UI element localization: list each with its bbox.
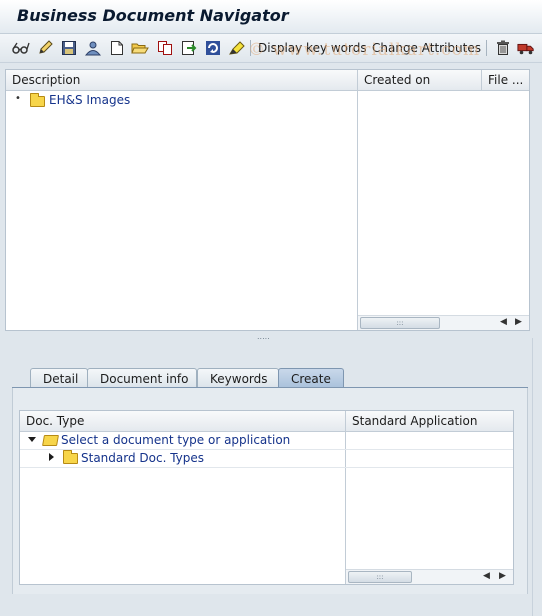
tree-node-standard-doc-types[interactable]: Standard Doc. Types [81,451,204,465]
glasses-icon[interactable] [12,39,30,57]
watermark: © www.tutorialkart.com [248,40,481,60]
collapsed-arrow-icon[interactable] [49,453,54,461]
row-divider [20,449,513,450]
copy-icon[interactable] [156,39,174,57]
horizontal-scrollbar[interactable]: ::: ◀ ▶ [346,569,513,584]
create-document-tree: Doc. Type Standard Application Select a … [19,410,514,585]
scroll-left-arrow-icon[interactable]: ◀ [500,317,507,327]
export-icon[interactable] [180,39,198,57]
column-header-created-on[interactable]: Created on [358,70,482,91]
document-tree-panel: Description Created on File ... • EH&S I… [5,69,530,331]
horizontal-scrollbar[interactable]: ::: ◀ ▶ [358,315,529,330]
tree-node-ehs-images[interactable]: EH&S Images [49,93,130,107]
truck-icon[interactable] [517,39,535,57]
open-folder-icon [42,435,59,446]
tab-document-info[interactable]: Document info [87,368,197,388]
column-header-file[interactable]: File ... [482,70,529,91]
pencil-icon[interactable] [36,39,54,57]
title-bar: Business Document Navigator [0,0,542,34]
tree-node-select-document-type[interactable]: Select a document type or application [61,433,290,447]
tree-bullet-icon: • [15,93,21,104]
vertical-scrollbar[interactable] [532,338,542,616]
person-icon[interactable] [84,39,102,57]
new-document-icon[interactable] [108,39,126,57]
tab-keywords[interactable]: Keywords [197,368,279,388]
highlighter-icon[interactable] [228,39,246,57]
tab-create[interactable]: Create [278,368,344,388]
scrollbar-thumb[interactable]: ::: [348,571,412,583]
panel-splitter[interactable] [0,332,542,338]
splitter-grip-icon[interactable]: ..... [257,332,270,341]
folder-icon [63,450,78,464]
expanded-arrow-icon[interactable] [28,437,36,442]
save-icon[interactable] [60,39,78,57]
row-divider [20,467,513,468]
toolbar-separator [486,40,487,56]
tab-detail[interactable]: Detail [30,368,88,388]
refresh-icon[interactable] [204,39,222,57]
open-folder-icon[interactable] [131,39,149,57]
column-divider [357,91,358,330]
trash-icon[interactable] [494,39,512,57]
column-header-standard-application[interactable]: Standard Application [346,411,513,432]
folder-icon [30,93,45,107]
column-divider [345,432,346,584]
column-header-description[interactable]: Description [6,70,358,91]
column-header-doc-type[interactable]: Doc. Type [20,411,346,432]
scroll-right-arrow-icon[interactable]: ▶ [515,317,522,327]
scrollbar-thumb[interactable]: ::: [360,317,440,329]
scroll-left-arrow-icon[interactable]: ◀ [483,571,490,581]
window-title: Business Document Navigator [17,6,289,25]
scroll-right-arrow-icon[interactable]: ▶ [499,571,506,581]
